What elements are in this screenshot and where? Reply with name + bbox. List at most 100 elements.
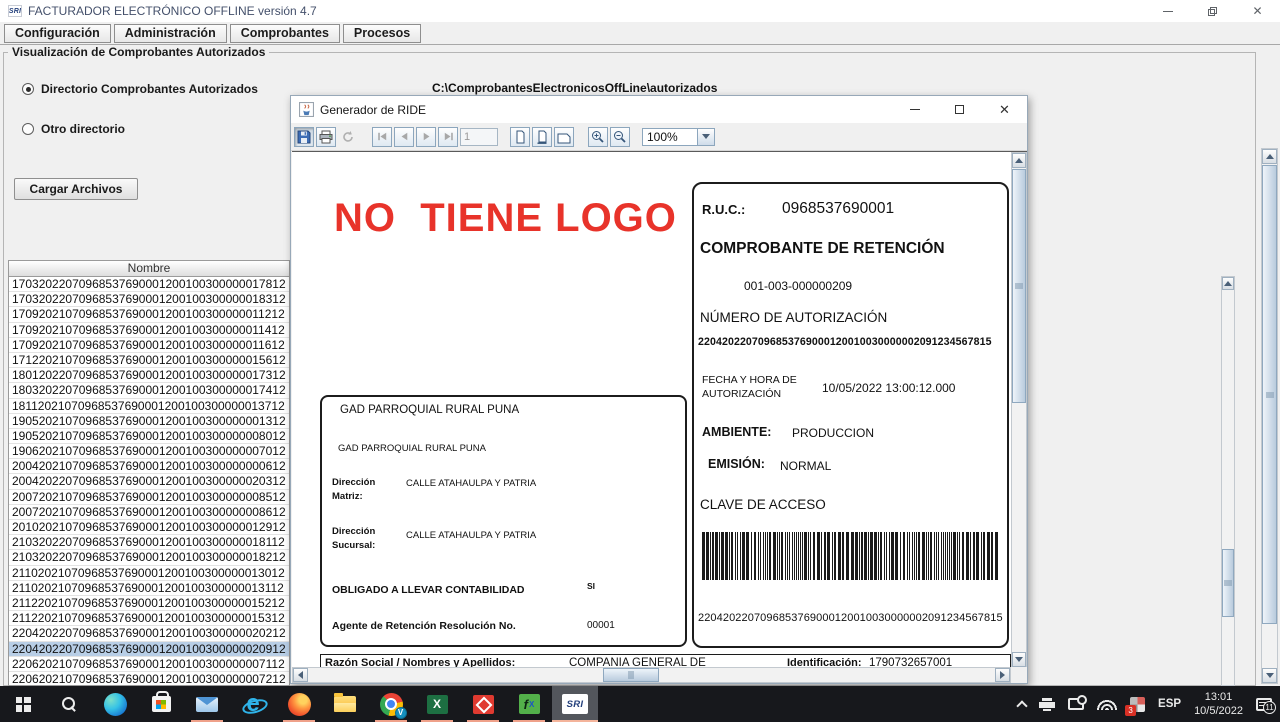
list-item[interactable]: 2010202107096853769000120010030000001291… xyxy=(9,520,289,535)
clock[interactable]: 13:01 10/5/2022 xyxy=(1194,690,1243,719)
list-item[interactable]: 1803202207096853769000120010030000001741… xyxy=(9,383,289,398)
list-item[interactable]: 2004202107096853769000120010030000000061… xyxy=(9,459,289,474)
search-taskbar-button[interactable] xyxy=(46,686,92,722)
list-item[interactable]: 2007202107096853769000120010030000000851… xyxy=(9,490,289,505)
list-item[interactable]: 1709202107096853769000120010030000001121… xyxy=(9,307,289,322)
list-item[interactable]: 1801202207096853769000120010030000001731… xyxy=(9,368,289,383)
close-button[interactable]: ✕ xyxy=(1235,0,1280,22)
list-item[interactable]: 2004202207096853769000120010030000002031… xyxy=(9,474,289,489)
list-item[interactable]: 1703202207096853769000120010030000001781… xyxy=(9,277,289,292)
list-item[interactable]: 2007202107096853769000120010030000000861… xyxy=(9,505,289,520)
list-item[interactable]: 1811202107096853769000120010030000001371… xyxy=(9,399,289,414)
file-list-header[interactable]: Nombre xyxy=(9,261,289,277)
list-item[interactable]: 1712202107096853769000120010030000001561… xyxy=(9,353,289,368)
fecha-label: FECHA Y HORA DE AUTORIZACIÓN xyxy=(702,374,814,401)
zoom-out-icon xyxy=(613,130,627,144)
red-diamond-taskbar-button[interactable] xyxy=(460,686,506,722)
display-tray-icon[interactable] xyxy=(1068,698,1084,710)
fit-width-button[interactable] xyxy=(554,127,574,147)
list-item[interactable]: 1906202107096853769000120010030000000701… xyxy=(9,444,289,459)
save-button[interactable] xyxy=(294,127,314,147)
zoom-combo-dropdown-button[interactable] xyxy=(698,128,715,146)
radio-directorio-autorizados[interactable]: Directorio Comprobantes Autorizados xyxy=(22,82,258,96)
list-item[interactable]: 1709202107096853769000120010030000001161… xyxy=(9,338,289,353)
zoom-level-combo[interactable]: 100% xyxy=(642,128,715,146)
list-item[interactable]: 2112202107096853769000120010030000001531… xyxy=(9,611,289,626)
zoom-out-button[interactable] xyxy=(610,127,630,147)
edge-taskbar-button[interactable] xyxy=(92,686,138,722)
doc-scroll-down-button[interactable] xyxy=(1012,652,1026,667)
print-button[interactable] xyxy=(316,127,336,147)
app-grid-tray-icon[interactable]: 3 xyxy=(1130,697,1145,712)
outer-vertical-scrollbar xyxy=(1261,148,1278,684)
cargar-archivos-button[interactable]: Cargar Archivos xyxy=(14,178,138,200)
list-item[interactable]: 1905202107096853769000120010030000000801… xyxy=(9,429,289,444)
hidden-icons-chevron-icon[interactable] xyxy=(1016,700,1027,711)
inner-scroll-thumb[interactable] xyxy=(1222,549,1234,617)
minimize-button[interactable] xyxy=(1145,0,1190,22)
radio-directorio-label: Directorio Comprobantes Autorizados xyxy=(41,82,258,96)
list-item[interactable]: 2110202107096853769000120010030000001311… xyxy=(9,581,289,596)
printer-tray-icon[interactable] xyxy=(1039,698,1055,711)
doc-number: 001-003-000000209 xyxy=(744,279,852,293)
list-item[interactable]: 2204202207096853769000120010030000002021… xyxy=(9,626,289,641)
zoom-in-icon xyxy=(591,130,605,144)
dialog-close-button[interactable]: ✕ xyxy=(982,96,1027,123)
emitter-name-secondary: GAD PARROQUIAL RURAL PUNA xyxy=(338,443,486,454)
doc-scroll-up-button[interactable] xyxy=(1012,153,1026,168)
outer-scroll-thumb[interactable] xyxy=(1262,165,1277,624)
doc-type: COMPROBANTE DE RETENCIÓN xyxy=(700,240,945,258)
list-item[interactable]: 1703202207096853769000120010030000001831… xyxy=(9,292,289,307)
doc-scroll-left-button[interactable] xyxy=(293,668,308,682)
razon-social-label: Razón Social / Nombres y Apellidos: xyxy=(325,657,515,667)
wifi-icon[interactable] xyxy=(1097,699,1117,710)
actual-size-button[interactable] xyxy=(510,127,530,147)
list-item[interactable]: 2206202107096853769000120010030000000711… xyxy=(9,657,289,672)
ie-taskbar-button[interactable]: e xyxy=(230,686,276,722)
menu-administracion[interactable]: Administración xyxy=(114,24,227,43)
outer-scroll-down-button[interactable] xyxy=(1262,668,1277,683)
list-item[interactable]: 2110202107096853769000120010030000001301… xyxy=(9,566,289,581)
list-item[interactable]: 1905202107096853769000120010030000000131… xyxy=(9,414,289,429)
agente-value: 00001 xyxy=(587,620,615,631)
facturador-taskbar-button[interactable]: f xyxy=(506,686,552,722)
inner-scroll-up-button[interactable] xyxy=(1222,277,1234,290)
list-item[interactable]: 2103202207096853769000120010030000001821… xyxy=(9,550,289,565)
app-titlebar[interactable]: SRI FACTURADOR ELECTRÓNICO OFFLINE versi… xyxy=(0,0,1280,22)
dialog-title: Generador de RIDE xyxy=(320,103,426,117)
firefox-taskbar-button[interactable] xyxy=(276,686,322,722)
explorer-taskbar-button[interactable] xyxy=(322,686,368,722)
doc-hscroll-thumb[interactable] xyxy=(603,668,659,682)
menu-configuracion[interactable]: Configuración xyxy=(4,24,111,43)
list-item[interactable]: 2204202207096853769000120010030000002091… xyxy=(9,642,289,657)
outer-scroll-up-button[interactable] xyxy=(1262,149,1277,164)
razon-social-value: COMPANIA GENERAL DE xyxy=(569,657,706,667)
radio-otro-directorio[interactable]: Otro directorio xyxy=(22,122,125,136)
dialog-minimize-button[interactable] xyxy=(892,96,937,123)
sri-taskbar-button[interactable]: SRI xyxy=(552,686,598,722)
dir-matriz-label: Dirección Matriz: xyxy=(332,476,394,504)
restore-button[interactable] xyxy=(1190,0,1235,22)
fit-page-button[interactable] xyxy=(532,127,552,147)
list-item[interactable]: 2206202107096853769000120010030000000721… xyxy=(9,672,289,686)
agente-label: Agente de Retención Resolución No. xyxy=(332,620,516,632)
zoom-in-button[interactable] xyxy=(588,127,608,147)
list-item[interactable]: 2112202107096853769000120010030000001521… xyxy=(9,596,289,611)
doc-scroll-thumb[interactable] xyxy=(1012,169,1026,403)
mail-taskbar-button[interactable] xyxy=(184,686,230,722)
start-taskbar-button[interactable] xyxy=(0,686,46,722)
menu-procesos[interactable]: Procesos xyxy=(343,24,421,43)
excel-taskbar-button[interactable]: X xyxy=(414,686,460,722)
store-taskbar-button[interactable] xyxy=(138,686,184,722)
fit-page-icon xyxy=(535,130,549,144)
list-item[interactable]: 1709202107096853769000120010030000001141… xyxy=(9,323,289,338)
menu-comprobantes[interactable]: Comprobantes xyxy=(230,24,340,43)
notification-center-icon[interactable]: 11 xyxy=(1256,698,1272,711)
single-page-icon xyxy=(513,130,527,144)
language-indicator[interactable]: ESP xyxy=(1158,698,1181,710)
list-item[interactable]: 2103202207096853769000120010030000001811… xyxy=(9,535,289,550)
dialog-titlebar[interactable]: Generador de RIDE ✕ xyxy=(291,96,1027,123)
dialog-maximize-button[interactable] xyxy=(937,96,982,123)
doc-scroll-right-button[interactable] xyxy=(995,668,1010,682)
chrome-taskbar-button[interactable]: V xyxy=(368,686,414,722)
